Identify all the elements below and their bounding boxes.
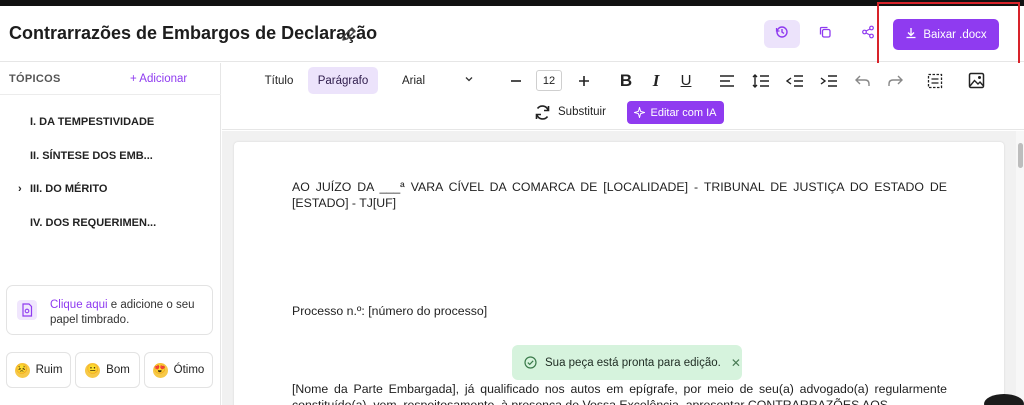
sidebar-item-tempestividade[interactable]: I. DA TEMPESTIVIDADE	[30, 116, 154, 128]
download-docx-button[interactable]: Baixar .docx	[893, 19, 999, 50]
font-size-input[interactable]: 12	[536, 70, 562, 91]
image-icon	[968, 72, 984, 89]
rating-label: Bom	[106, 364, 130, 376]
underline-icon: U	[680, 72, 692, 89]
document-paragraph[interactable]: Processo n.º: [número do processo]	[292, 303, 947, 319]
sidebar-item-sintese[interactable]: II. SÍNTESE DOS EMB...	[30, 150, 153, 162]
rating-label: Ruim	[35, 364, 63, 376]
letterhead-icon	[17, 300, 37, 320]
bold-icon: B	[619, 70, 633, 90]
bold-button[interactable]: B	[613, 67, 639, 94]
line-spacing-button[interactable]	[748, 67, 774, 94]
redo-icon	[888, 75, 903, 86]
scrollbar-thumb[interactable]	[1018, 143, 1023, 168]
document-paragraph[interactable]: [Nome da Parte Embargada], já qualificad…	[292, 381, 947, 405]
toast-notification: Sua peça está pronta para edição. ✕	[512, 345, 742, 380]
neutral-face-icon: 😐	[85, 362, 101, 378]
rating-label: Ótimo	[173, 364, 205, 376]
replace-label: Substituir	[558, 106, 606, 118]
replace-button[interactable]: Substituir	[534, 101, 606, 123]
document-paragraph[interactable]: AO JUÍZO DA ___ª VARA CÍVEL DA COMARCA D…	[292, 179, 947, 211]
letterhead-text: Clique aqui e adicione o seu papel timbr…	[50, 298, 210, 328]
insert-image-button[interactable]	[963, 67, 989, 94]
minus-icon	[511, 79, 521, 82]
sparkle-icon	[634, 107, 646, 118]
history-icon	[775, 25, 789, 44]
replace-icon	[535, 104, 550, 120]
sidebar-item-merito[interactable]: III. DO MÉRITO	[30, 183, 107, 195]
align-button[interactable]	[714, 67, 740, 94]
close-icon[interactable]: ✕	[731, 356, 741, 370]
sidebar-header: TÓPICOS + Adicionar	[0, 63, 221, 95]
line-spacing-icon	[752, 73, 769, 88]
download-label: Baixar .docx	[923, 28, 987, 41]
check-circle-icon	[524, 356, 537, 369]
heart-eyes-icon: 😍	[152, 362, 168, 378]
style-titulo-button[interactable]: Título	[256, 67, 302, 94]
share-icon	[861, 25, 875, 44]
rating-bom-button[interactable]: 😐 Bom	[75, 352, 140, 388]
plus-icon	[579, 75, 589, 86]
copy-icon	[818, 25, 832, 44]
header: Contrarrazões de Embargos de Declaração …	[0, 6, 1024, 62]
pencil-icon[interactable]	[340, 25, 358, 43]
editor-toolbar: Título Parágrafo Arial 12 B I U Substitu…	[222, 63, 1024, 130]
italic-button[interactable]: I	[643, 67, 669, 94]
edit-with-ai-label: Editar com IA	[650, 106, 717, 119]
rating-otimo-button[interactable]: 😍 Ótimo	[144, 352, 213, 388]
sad-face-icon: 😣	[14, 362, 30, 378]
font-select[interactable]: Arial	[394, 67, 480, 94]
style-paragrafo-button[interactable]: Parágrafo	[308, 67, 378, 94]
page-title: Contrarrazões de Embargos de Declaração	[9, 23, 378, 43]
scrollbar[interactable]	[1016, 131, 1024, 405]
italic-icon: I	[652, 70, 660, 90]
download-icon	[905, 27, 917, 42]
font-size-increase-button[interactable]	[573, 67, 595, 94]
sidebar: TÓPICOS + Adicionar I. DA TEMPESTIVIDADE…	[0, 63, 221, 405]
toast-message: Sua peça está pronta para edição.	[545, 356, 721, 369]
add-topic-button[interactable]: + Adicionar	[130, 73, 187, 85]
underline-button[interactable]: U	[673, 67, 699, 94]
chevron-down-icon	[464, 74, 474, 87]
align-left-icon	[720, 74, 734, 87]
edit-with-ai-button[interactable]: Editar com IA	[627, 101, 724, 124]
undo-button[interactable]	[850, 67, 876, 94]
sidebar-title: TÓPICOS	[9, 73, 61, 85]
font-size-decrease-button[interactable]	[505, 67, 527, 94]
undo-icon	[855, 75, 870, 86]
letterhead-link[interactable]: Clique aqui	[50, 299, 108, 311]
share-button[interactable]	[850, 20, 886, 48]
letterhead-card[interactable]: Clique aqui e adicione o seu papel timbr…	[6, 285, 213, 335]
outdent-icon	[786, 74, 803, 87]
indent-icon	[820, 74, 837, 87]
copy-button[interactable]	[807, 20, 843, 48]
select-text-icon	[927, 73, 943, 88]
redo-button[interactable]	[882, 67, 908, 94]
chevron-right-icon[interactable]: ›	[18, 183, 22, 195]
rating-ruim-button[interactable]: 😣 Ruim	[6, 352, 71, 388]
select-all-button[interactable]	[922, 67, 948, 94]
indent-button[interactable]	[816, 67, 842, 94]
sidebar-item-requerimentos[interactable]: IV. DOS REQUERIMEN...	[30, 217, 156, 229]
history-button[interactable]	[764, 20, 800, 48]
font-value: Arial	[402, 74, 426, 87]
outdent-button[interactable]	[782, 67, 808, 94]
